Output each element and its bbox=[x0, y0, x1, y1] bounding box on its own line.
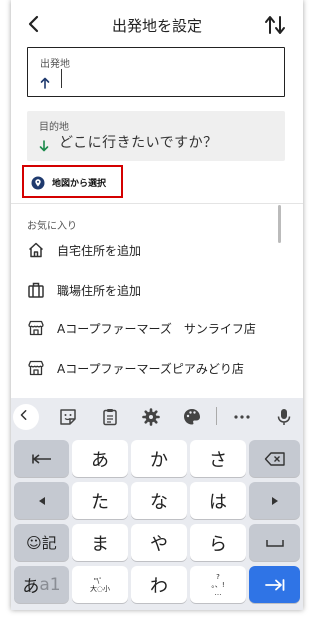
undo-arrow-icon bbox=[31, 453, 51, 464]
kana-key-ka[interactable]: か bbox=[131, 440, 187, 477]
store-icon bbox=[27, 319, 45, 337]
kana-key-ya[interactable]: や bbox=[131, 524, 187, 561]
palette-icon[interactable] bbox=[181, 406, 203, 428]
destination-placeholder: どこに行きたいですか？ bbox=[59, 135, 218, 151]
kana-key-ha[interactable]: は bbox=[190, 482, 246, 519]
space-key[interactable] bbox=[249, 524, 300, 561]
keyboard-toolbar bbox=[11, 398, 303, 435]
briefcase-icon bbox=[27, 281, 45, 299]
clipboard-icon[interactable] bbox=[99, 406, 121, 428]
kana-key-ma[interactable]: ま bbox=[72, 524, 128, 561]
arrow-down-icon bbox=[39, 137, 49, 152]
map-pin-icon bbox=[31, 175, 45, 190]
toolbar-divider bbox=[216, 407, 217, 425]
small-key-top: "\゜ bbox=[93, 576, 107, 585]
select-from-map-label: 地図から選択 bbox=[52, 179, 107, 189]
text-caret bbox=[61, 69, 62, 88]
settings-icon[interactable] bbox=[140, 406, 162, 428]
keyboard: あ か さ た な は ☺記 ま や ら あ a1 "\゜ 大◌小 わ ? 。、… bbox=[11, 398, 303, 610]
enter-key[interactable] bbox=[249, 566, 300, 603]
store-icon bbox=[27, 359, 45, 377]
punct-bottom: … bbox=[214, 588, 222, 597]
kana-key-ra[interactable]: ら bbox=[190, 524, 246, 561]
destination-label: 目的地 bbox=[39, 122, 69, 133]
cursor-left-key[interactable] bbox=[14, 482, 69, 519]
small-key-bottom: 大◌小 bbox=[89, 584, 111, 593]
favorite-label: 職場住所を追加 bbox=[57, 284, 142, 298]
favorite-label: Aコープファーマーズ サンライフ店 bbox=[57, 322, 256, 336]
tab-arrow-icon bbox=[264, 578, 284, 591]
favorite-add-home[interactable]: 自宅住所を追加 bbox=[11, 231, 303, 269]
backspace-icon bbox=[264, 451, 285, 466]
favorite-store-midori[interactable]: Aコープファーマーズピアみどり店 bbox=[11, 349, 303, 387]
punct-top: ? bbox=[216, 572, 220, 581]
arrow-up-icon bbox=[40, 74, 50, 89]
input-mode-key[interactable]: あ a1 bbox=[14, 566, 69, 603]
destination-field[interactable]: 目的地 どこに行きたいですか？ bbox=[27, 111, 285, 161]
space-icon bbox=[265, 539, 284, 547]
divider bbox=[11, 203, 303, 204]
favorite-label: Aコープファーマーズピアみどり店 bbox=[57, 362, 244, 376]
page-title: 出発地を設定 bbox=[111, 17, 202, 35]
emoji-sticker-icon[interactable] bbox=[57, 406, 79, 428]
favorite-store-sunlife[interactable]: Aコープファーマーズ サンライフ店 bbox=[11, 309, 303, 347]
triangle-left-icon bbox=[38, 496, 45, 505]
keyboard-back-icon[interactable] bbox=[13, 404, 39, 430]
favorite-label: 自宅住所を追加 bbox=[57, 244, 142, 258]
mic-icon[interactable] bbox=[273, 406, 295, 428]
kana-key-sa[interactable]: さ bbox=[190, 440, 246, 477]
home-icon bbox=[27, 241, 45, 259]
input-mode-hiragana: あ bbox=[22, 577, 40, 597]
swap-icon[interactable] bbox=[263, 14, 287, 36]
input-mode-alnum: a1 bbox=[39, 574, 61, 595]
kana-key-ta[interactable]: た bbox=[72, 482, 128, 519]
punctuation-key[interactable]: ? 。、! … bbox=[190, 566, 246, 603]
origin-field[interactable]: 出発地 bbox=[27, 47, 285, 97]
app-frame: 出発地を設定 出発地 目的地 どこに行きたいですか？ 地図から選択 お気に入り … bbox=[11, 0, 303, 610]
kana-key-na[interactable]: な bbox=[131, 482, 187, 519]
more-icon[interactable] bbox=[231, 406, 253, 428]
backspace-key[interactable] bbox=[249, 440, 300, 477]
favorite-add-work[interactable]: 職場住所を追加 bbox=[11, 271, 303, 309]
favorites-header: お気に入り bbox=[27, 221, 77, 232]
small-dakuten-key[interactable]: "\゜ 大◌小 bbox=[72, 566, 128, 603]
header: 出発地を設定 bbox=[11, 0, 303, 46]
punct-mid: 。、! bbox=[211, 580, 225, 589]
kana-key-wa[interactable]: わ bbox=[131, 566, 187, 603]
kana-key-a[interactable]: あ bbox=[72, 440, 128, 477]
triangle-right-icon bbox=[271, 496, 278, 505]
undo-key[interactable] bbox=[14, 440, 69, 477]
cursor-right-key[interactable] bbox=[249, 482, 300, 519]
select-from-map-button[interactable]: 地図から選択 bbox=[22, 165, 123, 198]
origin-label: 出発地 bbox=[40, 59, 70, 70]
emoji-symbol-key[interactable]: ☺記 bbox=[14, 524, 69, 561]
